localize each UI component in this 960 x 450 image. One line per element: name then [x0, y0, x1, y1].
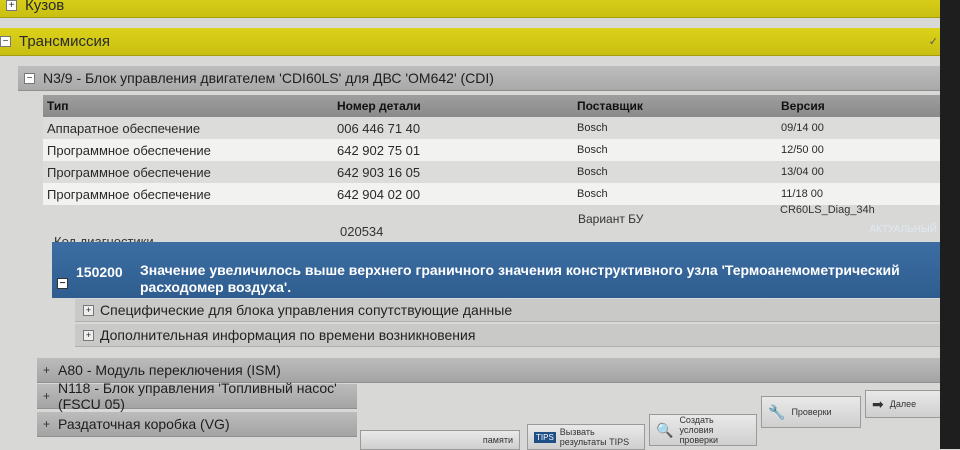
- ecu-header[interactable]: − N3/9 - Блок управления двигателем 'CDI…: [18, 66, 952, 91]
- module-label: N118 - Блок управления 'Топливный насос'…: [58, 380, 337, 412]
- cell-type: Программное обеспечение: [43, 183, 333, 205]
- module-n118[interactable]: + N118 - Блок управления 'Топливный насо…: [37, 380, 357, 412]
- cell-type: Программное обеспечение: [43, 139, 333, 161]
- table-header-row: Тип Номер детали Поставщик Версия: [43, 95, 950, 117]
- fault-text: Значение увеличилось выше верхнего грани…: [140, 262, 900, 295]
- section-kuzov[interactable]: + Кузов: [0, 0, 952, 18]
- fault-row[interactable]: АКТУАЛЬНЫЙ − 150200 Значение увеличилось…: [52, 224, 947, 298]
- table-row: Программное обеспечение 642 903 16 05 Bo…: [43, 161, 950, 183]
- expand-icon[interactable]: +: [6, 0, 17, 11]
- cell-supplier: Bosch: [573, 161, 777, 183]
- collapse-icon[interactable]: −: [57, 278, 68, 289]
- tips-badge: TIPS: [534, 431, 556, 443]
- module-label: A80 - Модуль переключения (ISM): [58, 362, 281, 378]
- diag-code-value: 020534: [340, 224, 384, 239]
- cell-version: 13/04 00: [777, 161, 950, 183]
- ecu-title: N3/9 - Блок управления двигателем 'CDI60…: [43, 70, 494, 86]
- next-button[interactable]: ➡ Далее: [865, 390, 945, 418]
- cell-version: 11/18 00: [777, 183, 950, 205]
- arrow-right-icon: ➡: [872, 395, 884, 412]
- memory-button[interactable]: памяти: [360, 430, 520, 450]
- checks-label: Проверки: [791, 407, 832, 417]
- fault-status: АКТУАЛЬНЫЙ: [869, 224, 937, 235]
- variant-label: Вариант БУ: [578, 212, 644, 226]
- wrench-icon: 🔧: [768, 403, 786, 420]
- button-bar: памяти TIPS Вызвать результаты TIPS 🔍 Со…: [355, 388, 960, 450]
- table-row: Аппаратное обеспечение 006 446 71 40 Bos…: [43, 117, 950, 139]
- expand-icon[interactable]: +: [43, 417, 50, 431]
- table-row: Программное обеспечение 642 904 02 00 Bo…: [43, 183, 950, 205]
- subsection-ecu-data[interactable]: + Специфические для блока управления соп…: [75, 299, 947, 322]
- section-kuzov-label: Кузов: [25, 0, 65, 14]
- subsection-occurrence-info[interactable]: + Дополнительная информация по времени в…: [75, 324, 947, 347]
- subsection-label: Дополнительная информация по времени воз…: [100, 327, 476, 343]
- cell-version: 12/50 00: [777, 139, 950, 161]
- expand-icon[interactable]: +: [43, 389, 50, 403]
- cell-supplier: Bosch: [573, 117, 777, 139]
- cell-type: Аппаратное обеспечение: [43, 117, 333, 139]
- tips-label: Вызвать результаты TIPS: [559, 427, 630, 447]
- col-version: Версия: [777, 95, 950, 117]
- expand-icon[interactable]: +: [43, 363, 50, 377]
- check-icon: ✓: [928, 36, 938, 48]
- section-transmission-label: Трансмиссия: [19, 33, 110, 50]
- create-check-button[interactable]: 🔍 Создать условия проверки: [649, 414, 757, 446]
- col-type: Тип: [43, 95, 333, 117]
- module-transfer-case[interactable]: + Раздаточная коробка (VG): [37, 412, 357, 437]
- tips-button[interactable]: TIPS Вызвать результаты TIPS: [527, 424, 645, 450]
- collapse-icon[interactable]: −: [0, 36, 11, 47]
- screen-edge: [940, 0, 960, 449]
- col-supplier: Поставщик: [573, 95, 777, 117]
- cell-type: Программное обеспечение: [43, 161, 333, 183]
- module-label: Раздаточная коробка (VG): [58, 416, 230, 432]
- memory-label: памяти: [482, 435, 513, 445]
- create-check-label: Создать условия проверки: [679, 415, 718, 445]
- next-label: Далее: [889, 399, 917, 409]
- section-transmission[interactable]: − Трансмиссия ✓: [0, 28, 952, 56]
- variant-value: CR60LS_Diag_34h: [780, 204, 875, 216]
- collapse-icon[interactable]: −: [24, 72, 35, 84]
- parts-table: Тип Номер детали Поставщик Версия Аппара…: [43, 95, 950, 205]
- magnifier-icon: 🔍: [656, 421, 674, 438]
- cell-part: 642 902 75 01: [333, 139, 573, 161]
- fault-code: 150200: [76, 264, 123, 280]
- table-row: Программное обеспечение 642 902 75 01 Bo…: [43, 139, 950, 161]
- cell-supplier: Bosch: [573, 139, 777, 161]
- col-part: Номер детали: [333, 95, 573, 117]
- cell-version: 09/14 00: [777, 117, 950, 139]
- subsection-label: Специфические для блока управления сопут…: [100, 302, 513, 318]
- cell-part: 006 446 71 40: [333, 117, 573, 139]
- expand-icon[interactable]: +: [83, 329, 94, 341]
- cell-part: 642 903 16 05: [333, 161, 573, 183]
- checks-button[interactable]: 🔧 Проверки: [761, 396, 861, 428]
- expand-icon[interactable]: +: [83, 304, 94, 316]
- cell-part: 642 904 02 00: [333, 183, 573, 205]
- cell-supplier: Bosch: [573, 183, 777, 205]
